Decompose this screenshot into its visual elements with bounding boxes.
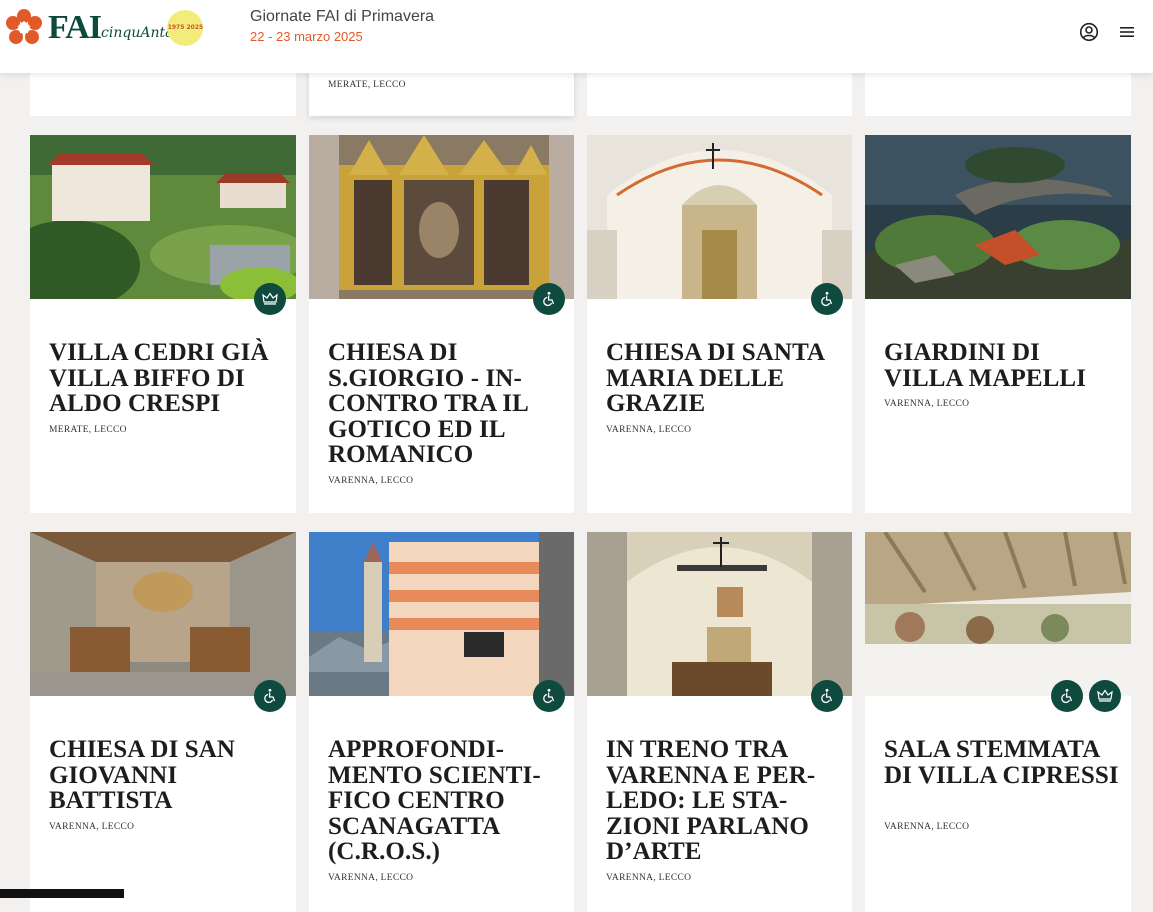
- card-title: IN TRENO TRA VARENNA E PER-LEDO: LE STA-…: [606, 736, 816, 865]
- card-image: [309, 135, 574, 299]
- fai-flower-icon: [6, 9, 42, 44]
- card-giardini-villa-mapelli[interactable]: GIARDINI DI VILLA MAPELLI VARENNA, LECCO: [865, 135, 1131, 513]
- card-sala-stemmata[interactable]: SALA STEMMATA DI VILLA CIPRESSI VARENNA,…: [865, 532, 1131, 912]
- badge-crown: [254, 283, 286, 315]
- card-title: CHIESA DI S.GIORGIO - IN-CONTRO TRA IL G…: [328, 339, 528, 468]
- badge-accessible: [533, 283, 565, 315]
- card-location: VARENNA, LECCO: [606, 425, 692, 435]
- wheelchair-icon: [1061, 688, 1073, 704]
- card-image: [587, 135, 852, 299]
- card-location: MERATE, LECCO: [49, 425, 127, 435]
- card-title: VILLA CEDRI GIÀ VILLA BIFFO DI ALDO CRES…: [49, 339, 269, 417]
- hamburger-menu-icon: [1120, 27, 1134, 37]
- card-title: CHIESA DI SAN GIOVANNI BATTISTA: [49, 736, 236, 814]
- card-image: [309, 532, 574, 696]
- badge-crown: [1089, 680, 1121, 712]
- card-location: VARENNA, LECCO: [328, 476, 414, 486]
- card-centro-scanagatta[interactable]: APPROFONDI-MENTO SCIENTI-FICO CENTRO SCA…: [309, 532, 574, 912]
- card-location: VARENNA, LECCO: [49, 822, 135, 832]
- card-title: CHIESA DI SANTA MARIA DELLE GRAZIE: [606, 339, 824, 417]
- card-title: APPROFONDI-MENTO SCIENTI-FICO CENTRO SCA…: [328, 736, 541, 865]
- crown-icon: [1097, 689, 1113, 702]
- card-image: [865, 135, 1131, 299]
- card-title: SALA STEMMATA DI VILLA CIPRESSI: [884, 736, 1119, 789]
- card-chiesa-sgiorgio[interactable]: CHIESA DI S.GIORGIO - IN-CONTRO TRA IL G…: [309, 135, 574, 513]
- event-dates: 22 - 23 marzo 2025: [250, 29, 363, 44]
- account-button[interactable]: [1078, 21, 1100, 43]
- wheelchair-icon: [264, 688, 276, 704]
- card-location: VARENNA, LECCO: [328, 873, 414, 883]
- badge-accessible: [811, 283, 843, 315]
- anniversary-badge: 1975 2025: [167, 10, 204, 46]
- badge-accessible: [533, 680, 565, 712]
- card-chiesa-san-giovanni[interactable]: CHIESA DI SAN GIOVANNI BATTISTA VARENNA,…: [30, 532, 296, 912]
- card-location: VARENNA, LECCO: [884, 399, 970, 409]
- user-circle-icon: [1079, 22, 1099, 42]
- badge-accessible: [254, 680, 286, 712]
- card-location: VARENNA, LECCO: [606, 873, 692, 883]
- card-villa-cedri[interactable]: VILLA CEDRI GIÀ VILLA BIFFO DI ALDO CRES…: [30, 135, 296, 513]
- wheelchair-icon: [821, 291, 833, 307]
- wheelchair-icon: [543, 688, 555, 704]
- menu-button[interactable]: [1116, 21, 1138, 43]
- card-title: GIARDINI DI VILLA MAPELLI: [884, 339, 1087, 392]
- card-image: [865, 532, 1131, 696]
- crown-icon: [262, 292, 278, 305]
- logo-text: FAI: [48, 9, 102, 46]
- card-in-treno-varenna[interactable]: IN TRENO TRA VARENNA E PER-LEDO: LE STA-…: [587, 532, 852, 912]
- logo-subtext: cinquAnta: [101, 25, 174, 41]
- bottom-overlay-bar[interactable]: [0, 889, 124, 898]
- badge-accessible: [1051, 680, 1083, 712]
- card-image: [587, 532, 852, 696]
- site-header: FAI cinquAnta 1975 2025 Giornate FAI di …: [0, 0, 1153, 73]
- wheelchair-icon: [821, 688, 833, 704]
- card-image: [30, 135, 296, 299]
- badge-accessible: [811, 680, 843, 712]
- event-title[interactable]: Giornate FAI di Primavera: [250, 8, 434, 26]
- wheelchair-icon: [543, 291, 555, 307]
- fai-logo[interactable]: FAI cinquAnta 1975 2025: [4, 6, 204, 50]
- card-location: VARENNA, LECCO: [884, 822, 970, 832]
- card-image: [30, 532, 296, 696]
- card-location: MERATE, LECCO: [328, 80, 406, 90]
- card-chiesa-santa-maria[interactable]: CHIESA DI SANTA MARIA DELLE GRAZIE VAREN…: [587, 135, 852, 513]
